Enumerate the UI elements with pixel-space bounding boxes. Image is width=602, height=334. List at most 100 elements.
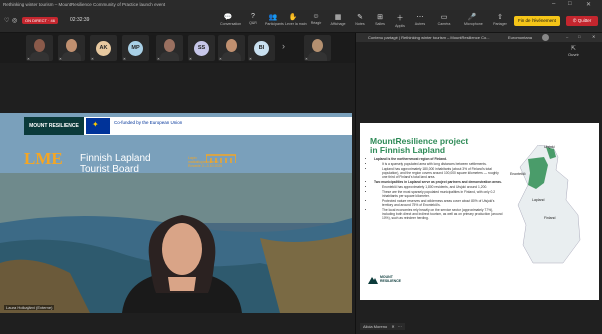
slide-mountresilience-logo: MOUNT RESILIENCE bbox=[368, 273, 401, 291]
slide-bullet: Two municipalities in Lapland serve as p… bbox=[374, 180, 504, 184]
toolbar-item-label: Salles bbox=[375, 22, 385, 26]
mic-off-icon: ✕ bbox=[27, 57, 30, 61]
record-icon[interactable]: ◎ bbox=[12, 17, 17, 24]
people-icon: 👥 bbox=[268, 14, 278, 21]
eu-flag-icon: ✦ bbox=[86, 118, 110, 134]
participant-tile[interactable]: AK ✕ bbox=[90, 35, 117, 61]
notes-icon: ✎ bbox=[357, 14, 363, 21]
toolbar-item-label: Microphone bbox=[464, 22, 483, 26]
react-icon: ☺ bbox=[312, 13, 320, 20]
window-title: Rethinking winter tourism – MountResilie… bbox=[3, 2, 166, 7]
slide-bullet: Protected nature reserves and wilderness… bbox=[374, 199, 504, 207]
slide-bullet: Lapland is the northernmost region of Fi… bbox=[374, 157, 504, 161]
toolbar-conversation-button[interactable]: 💬 Conversation bbox=[220, 13, 242, 31]
toolbar-item-label: Participants bbox=[265, 22, 284, 26]
toolbar-microphone-button[interactable]: 🎤 Microphone bbox=[464, 13, 483, 31]
map-label-lapland: Lapland bbox=[532, 198, 545, 202]
close-panel-icon[interactable]: ✕ bbox=[592, 34, 595, 39]
hand-icon: ✋ bbox=[288, 14, 298, 21]
participant-face bbox=[226, 39, 237, 52]
presenter-name-label: Alicia Moreno ✕ ⋯ bbox=[360, 323, 405, 330]
participant-gallery: ✕ ✕ AK ✕ MP ✕ ✕ SS ✕ ✕ BI ✕ ✕ › bbox=[0, 33, 355, 63]
gallery-next-icon[interactable]: › bbox=[282, 41, 285, 51]
shared-content-header: Contenu partagé | Rethinking winter tour… bbox=[356, 33, 602, 42]
meeting-timer: 02:32:39 bbox=[70, 17, 90, 23]
toolbar-autres-button[interactable]: ⋯ Autres bbox=[412, 13, 428, 31]
slide-bullet: These are the most sparsely populated mu… bbox=[374, 190, 504, 198]
more-options-icon[interactable]: ⋯ bbox=[398, 324, 402, 329]
participant-tile[interactable]: BI ✕ bbox=[248, 35, 275, 61]
mic-off-icon: ✕ bbox=[391, 324, 395, 329]
toolbar-lever-la-main-button[interactable]: ✋ Lever la main bbox=[285, 13, 307, 31]
lme-logo: LME bbox=[24, 149, 63, 168]
more-icon: ⋯ bbox=[416, 14, 424, 21]
lapland-map: Utsjoki Enontekiö Lapland Finland bbox=[510, 145, 581, 264]
participant-face bbox=[312, 39, 323, 52]
participant-avatar: AK bbox=[96, 41, 111, 56]
live-badge[interactable]: ON DIRECT · 46 bbox=[22, 17, 58, 24]
toolbar-notes-button[interactable]: ✎ Notes bbox=[352, 13, 368, 31]
rooms-icon: ⊞ bbox=[377, 14, 383, 21]
minimize-panel-icon[interactable]: – bbox=[566, 34, 568, 39]
minimize-icon[interactable]: – bbox=[552, 1, 555, 7]
window-title-bar: Rethinking winter tourism – MountResilie… bbox=[0, 0, 602, 10]
mic-icon: 🎤 bbox=[467, 14, 477, 21]
toolbar-partager-button[interactable]: ⇧ Partager bbox=[492, 13, 508, 31]
slide-bullet-list: Lapland is the northernmost region of Fi… bbox=[368, 157, 504, 221]
participant-tile[interactable]: ✕ bbox=[218, 35, 245, 61]
toolbar-item-label: Notes bbox=[355, 22, 365, 26]
mic-off-icon: ✕ bbox=[59, 57, 62, 61]
slide-bullet: It is a sparsely populated area with lon… bbox=[374, 162, 504, 166]
shield-icon[interactable]: ♡ bbox=[4, 17, 9, 24]
participant-tile[interactable]: MP ✕ bbox=[122, 35, 149, 61]
participant-tile[interactable]: ✕ bbox=[156, 35, 183, 61]
slide-title: MountResilience project in Finnish Lapla… bbox=[370, 136, 469, 155]
maximize-icon[interactable]: □ bbox=[568, 1, 572, 7]
speaker-video bbox=[122, 215, 242, 313]
participant-tile[interactable]: SS ✕ bbox=[188, 35, 215, 61]
view-icon: ▦ bbox=[334, 14, 342, 21]
tourist-board-name: Finnish Lapland Tourist Board bbox=[80, 153, 151, 175]
toolbar-salles-button[interactable]: ⊞ Salles bbox=[372, 13, 388, 31]
toolbar-r-agir-button[interactable]: ☺ Réagir bbox=[308, 13, 324, 31]
close-window-icon[interactable]: ✕ bbox=[586, 1, 591, 8]
slide-bullet: Lapland has approximately 180,000 inhabi… bbox=[374, 167, 504, 179]
event-logo: Lapin matkailuparlamentti Rovanie 2.–3.1… bbox=[188, 153, 236, 169]
participant-body bbox=[62, 52, 81, 61]
map-label-enontekio: Enontekiö bbox=[510, 172, 526, 176]
toolbar-affichage-button[interactable]: ▦ Affichage bbox=[330, 13, 346, 31]
toolbar-item-label: Autres bbox=[414, 22, 426, 26]
participant-tile[interactable]: ✕ bbox=[58, 35, 85, 61]
participant-face bbox=[34, 39, 45, 52]
slide-bullet: Enontekiö has approximately 1,800 reside… bbox=[374, 185, 504, 189]
participant-avatar: BI bbox=[254, 41, 269, 56]
mic-off-icon: ✕ bbox=[123, 57, 126, 61]
toolbar-item-label: Réagir bbox=[310, 21, 322, 25]
mic-off-icon: ✕ bbox=[91, 57, 94, 61]
toolbar-participants-button[interactable]: 👥 Participants bbox=[265, 13, 284, 31]
toolbar-applis-button[interactable]: ＋ Applis bbox=[392, 13, 408, 31]
presentation-slide: MountResilience project in Finnish Lapla… bbox=[360, 123, 599, 300]
participant-tile[interactable]: ✕ bbox=[304, 35, 331, 61]
participant-body bbox=[160, 52, 179, 61]
toolbar-item-label: Conversation bbox=[220, 22, 242, 26]
participant-avatar: MP bbox=[128, 41, 143, 56]
presenter-avatar bbox=[542, 34, 549, 41]
toolbar-q-r-button[interactable]: ? Q&R bbox=[245, 13, 261, 31]
popout-icon[interactable]: □ bbox=[578, 34, 580, 39]
map-label-finland: Finland bbox=[544, 216, 556, 220]
quit-button[interactable]: ✆ Quitter bbox=[566, 16, 598, 26]
mic-off-icon: ✕ bbox=[249, 57, 252, 61]
banner: MOUNT RESILIENCE ✦ Co-funded by the Euro… bbox=[24, 117, 352, 135]
presenter-label: Euromontana bbox=[508, 35, 533, 40]
open-button[interactable]: ⇱ Ouvrir bbox=[568, 45, 579, 57]
speaker-name-label: Laura Holkajärvi (Externe) bbox=[4, 305, 55, 310]
qa-icon: ? bbox=[251, 13, 255, 20]
toolbar-item-label: Applis bbox=[395, 24, 405, 28]
participant-tile[interactable]: ✕ bbox=[26, 35, 53, 61]
shared-content-panel: Contenu partagé | Rethinking winter tour… bbox=[355, 33, 602, 334]
toolbar-cam-ra-button[interactable]: ▭ Caméra bbox=[436, 13, 452, 31]
end-event-button[interactable]: Fin de l'événement bbox=[514, 16, 560, 26]
main-video[interactable]: MOUNT RESILIENCE ✦ Co-funded by the Euro… bbox=[0, 113, 352, 313]
participant-face bbox=[164, 39, 175, 52]
